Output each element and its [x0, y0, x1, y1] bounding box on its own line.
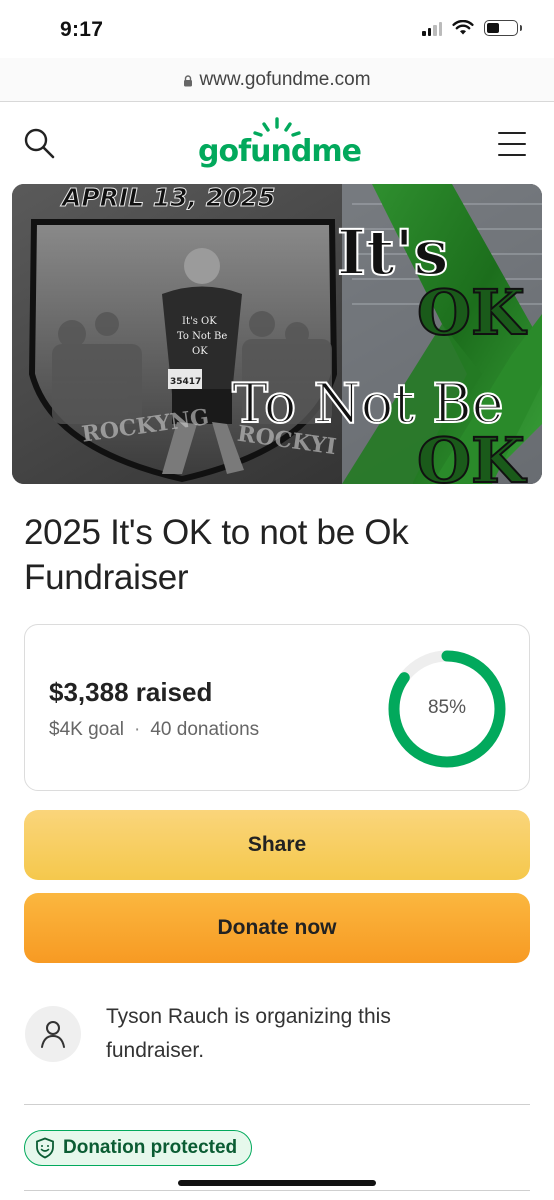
status-icons: [422, 20, 522, 36]
goal-meta: $4K goal · 40 donations: [49, 719, 259, 741]
campaign-hero-image[interactable]: 35417 It's OK To Not Be OK ROCKYNG ROCKY…: [12, 184, 542, 484]
gofundme-logo[interactable]: gofundme: [198, 116, 362, 176]
bib-number: 35417: [170, 377, 201, 387]
hero-line-2: OK: [417, 276, 527, 349]
cellular-signal-icon: [422, 21, 442, 36]
menu-bar-icon: [498, 132, 526, 134]
section-divider: [24, 1190, 530, 1191]
status-bar: 9:17: [0, 0, 554, 58]
url-bar[interactable]: www.gofundme.com: [0, 58, 554, 102]
amount-raised: $3,388 raised: [49, 677, 213, 707]
site-header: gofundme: [0, 102, 554, 184]
shirt-line-2: To Not Be: [177, 331, 227, 342]
wifi-icon: [452, 20, 474, 35]
donation-count[interactable]: 40 donations: [150, 719, 259, 741]
user-icon: [41, 1021, 65, 1048]
campaign-title: 2025 It's OK to not be Ok Fundraiser: [24, 513, 409, 597]
hero-artwork: 35417 It's OK To Not Be OK ROCKYNG ROCKY…: [12, 184, 542, 484]
hero-line-4: OK: [417, 424, 527, 484]
progress-percent: 85%: [427, 697, 467, 718]
shirt-line-3: OK: [192, 346, 208, 357]
goal-amount: $4K goal: [49, 719, 125, 740]
search-button[interactable]: [22, 126, 58, 162]
meta-separator: ·: [134, 719, 141, 740]
donate-now-button[interactable]: Donate now: [24, 893, 530, 963]
battery-icon: [484, 20, 522, 36]
home-indicator[interactable]: [178, 1180, 376, 1186]
shield-check-icon: [36, 1137, 54, 1159]
url-text: www.gofundme.com: [199, 68, 371, 90]
progress-card: $3,388 raised $4K goal · 40 donations 85…: [24, 624, 530, 791]
donation-protected-badge[interactable]: Donation protected: [24, 1130, 253, 1166]
donation-protected-label: Donation protected: [63, 1137, 238, 1158]
logo-text: gofundme: [198, 134, 362, 169]
lock-icon: [184, 74, 193, 86]
search-icon: [24, 128, 55, 159]
share-button[interactable]: Share: [24, 810, 530, 880]
hamburger-menu-button[interactable]: [498, 132, 526, 156]
organizer-text: Tyson Rauch is organizing this fundraise…: [106, 1005, 391, 1062]
menu-bar-icon: [498, 154, 526, 156]
organizer-avatar[interactable]: [25, 1006, 81, 1062]
hero-date: APRIL 13, 2025: [60, 184, 275, 212]
section-divider: [24, 1104, 530, 1105]
status-time: 9:17: [60, 18, 104, 41]
shirt-line-1: It's OK: [182, 316, 217, 327]
menu-bar-icon: [498, 143, 526, 145]
